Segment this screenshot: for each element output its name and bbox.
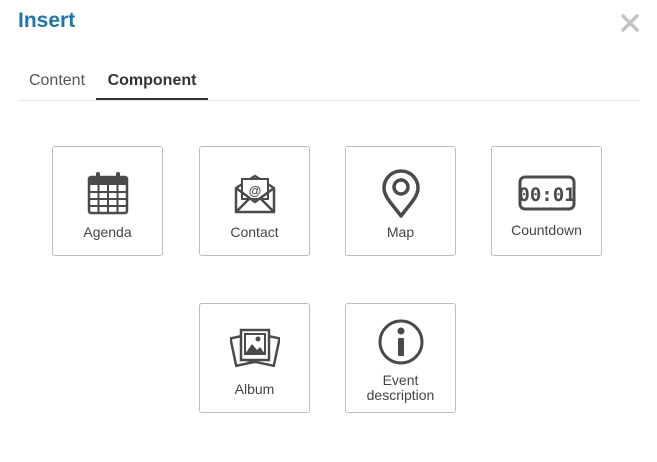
- component-label: Contact: [230, 224, 279, 240]
- info-icon: [378, 319, 423, 365]
- svg-text:@: @: [248, 183, 261, 198]
- component-label: Map: [386, 224, 415, 240]
- component-label: Event description: [366, 372, 435, 403]
- close-button[interactable]: [619, 12, 641, 34]
- component-album[interactable]: Album: [199, 303, 310, 413]
- tab-bar: Content Component: [18, 66, 640, 101]
- component-label: Agenda: [83, 224, 132, 240]
- component-label: Album: [234, 381, 275, 397]
- tab-component[interactable]: Component: [96, 66, 208, 100]
- close-icon[interactable]: [619, 12, 641, 34]
- component-map[interactable]: Map: [345, 146, 456, 256]
- map-pin-icon: [381, 169, 420, 218]
- countdown-icon: 00:01: [518, 175, 575, 211]
- tab-content[interactable]: Content: [18, 66, 96, 100]
- component-contact[interactable]: @ Contact: [199, 146, 310, 256]
- photo-album-icon: [229, 328, 280, 368]
- envelope-icon: @: [234, 174, 275, 214]
- component-agenda[interactable]: Agenda: [52, 146, 163, 256]
- component-event-description[interactable]: Event description: [345, 303, 456, 413]
- calendar-icon: [87, 172, 128, 215]
- component-countdown[interactable]: 00:01 Countdown: [491, 146, 602, 256]
- countdown-display: 00:01: [518, 184, 575, 206]
- component-label: Countdown: [511, 222, 582, 238]
- dialog-title: Insert: [18, 9, 76, 32]
